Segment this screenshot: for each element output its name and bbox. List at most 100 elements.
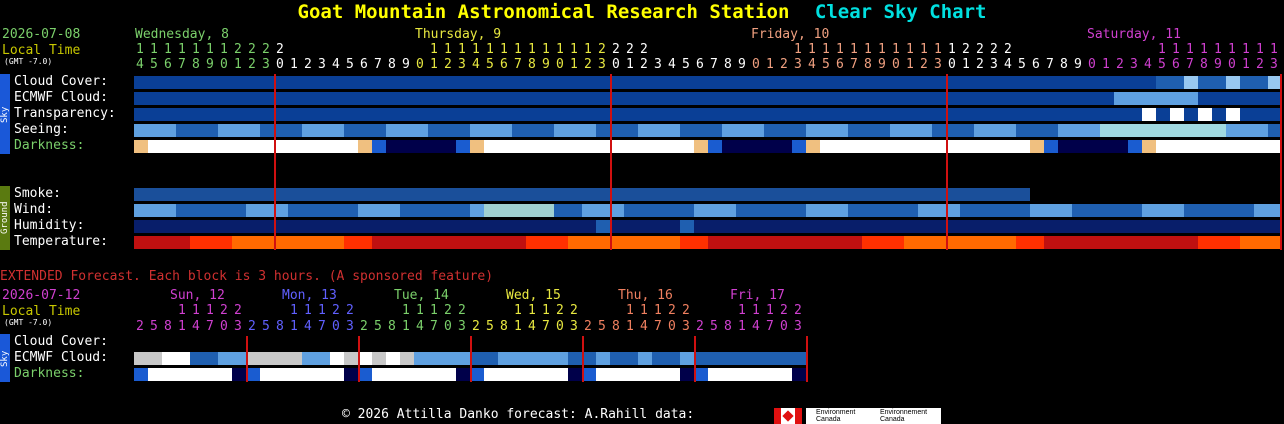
cloud-cover-block[interactable] <box>400 76 414 89</box>
smoke-block[interactable] <box>582 188 596 201</box>
seeing-block[interactable] <box>1044 124 1058 137</box>
humidity-block[interactable] <box>568 220 582 233</box>
darkness-block[interactable] <box>218 140 232 153</box>
wind-block[interactable] <box>666 204 680 217</box>
ecmwf-cloud-block[interactable] <box>134 92 148 105</box>
humidity-block[interactable] <box>1212 220 1226 233</box>
transparency-block[interactable] <box>722 108 736 121</box>
ext-ecmwf-cloud-block[interactable] <box>652 352 666 365</box>
transparency-block[interactable] <box>246 108 260 121</box>
seeing-block[interactable] <box>582 124 596 137</box>
wind-block[interactable] <box>988 204 1002 217</box>
ext-ecmwf-cloud-block[interactable] <box>540 352 554 365</box>
ext-ecmwf-cloud-block[interactable] <box>722 352 736 365</box>
transparency-block[interactable] <box>932 108 946 121</box>
seeing-block[interactable] <box>400 124 414 137</box>
ecmwf-cloud-block[interactable] <box>1100 92 1114 105</box>
temperature-block[interactable] <box>302 236 316 249</box>
darkness-block[interactable] <box>1072 140 1086 153</box>
darkness-block[interactable] <box>498 140 512 153</box>
ext-cloud-cover-block[interactable] <box>694 336 708 349</box>
ext-darkness-block[interactable] <box>792 368 806 381</box>
darkness-block[interactable] <box>442 140 456 153</box>
ecmwf-cloud-block[interactable] <box>820 92 834 105</box>
ext-darkness-block[interactable] <box>400 368 414 381</box>
temperature-block[interactable] <box>512 236 526 249</box>
cloud-cover-block[interactable] <box>596 76 610 89</box>
cloud-cover-block[interactable] <box>652 76 666 89</box>
cloud-cover-block[interactable] <box>820 76 834 89</box>
temperature-block[interactable] <box>848 236 862 249</box>
cloud-cover-block[interactable] <box>1142 76 1156 89</box>
cloud-cover-block[interactable] <box>722 76 736 89</box>
seeing-block[interactable] <box>610 124 624 137</box>
cloud-cover-block[interactable] <box>330 76 344 89</box>
smoke-block[interactable] <box>638 188 652 201</box>
humidity-block[interactable] <box>512 220 526 233</box>
ext-cloud-cover-block[interactable] <box>778 336 792 349</box>
smoke-block[interactable] <box>540 188 554 201</box>
smoke-block[interactable] <box>218 188 232 201</box>
ext-ecmwf-cloud-block[interactable] <box>148 352 162 365</box>
cloud-cover-block[interactable] <box>218 76 232 89</box>
smoke-block[interactable] <box>932 188 946 201</box>
wind-block[interactable] <box>1016 204 1030 217</box>
transparency-block[interactable] <box>540 108 554 121</box>
cloud-cover-block[interactable] <box>708 76 722 89</box>
wind-block[interactable] <box>904 204 918 217</box>
seeing-block[interactable] <box>876 124 890 137</box>
ext-cloud-cover-block[interactable] <box>512 336 526 349</box>
cloud-cover-block[interactable] <box>1226 76 1240 89</box>
seeing-block[interactable] <box>1184 124 1198 137</box>
ext-darkness-block[interactable] <box>666 368 680 381</box>
ext-ecmwf-cloud-block[interactable] <box>456 352 470 365</box>
temperature-block[interactable] <box>946 236 960 249</box>
smoke-block[interactable] <box>876 188 890 201</box>
seeing-block[interactable] <box>1142 124 1156 137</box>
cloud-cover-block[interactable] <box>1240 76 1254 89</box>
temperature-block[interactable] <box>736 236 750 249</box>
wind-block[interactable] <box>1142 204 1156 217</box>
humidity-block[interactable] <box>988 220 1002 233</box>
temperature-block[interactable] <box>428 236 442 249</box>
darkness-block[interactable] <box>358 140 372 153</box>
darkness-block[interactable] <box>708 140 722 153</box>
ext-ecmwf-cloud-block[interactable] <box>498 352 512 365</box>
ext-cloud-cover-block[interactable] <box>456 336 470 349</box>
ecmwf-cloud-block[interactable] <box>1184 92 1198 105</box>
transparency-block[interactable] <box>778 108 792 121</box>
smoke-block[interactable] <box>568 188 582 201</box>
seeing-block[interactable] <box>372 124 386 137</box>
cloud-cover-block[interactable] <box>148 76 162 89</box>
ecmwf-cloud-block[interactable] <box>610 92 624 105</box>
seeing-block[interactable] <box>1170 124 1184 137</box>
wind-block[interactable] <box>176 204 190 217</box>
ext-ecmwf-cloud-block[interactable] <box>624 352 638 365</box>
temperature-block[interactable] <box>960 236 974 249</box>
darkness-block[interactable] <box>834 140 848 153</box>
temperature-block[interactable] <box>1016 236 1030 249</box>
seeing-block[interactable] <box>288 124 302 137</box>
darkness-block[interactable] <box>974 140 988 153</box>
ext-ecmwf-cloud-block[interactable] <box>400 352 414 365</box>
ext-darkness-block[interactable] <box>484 368 498 381</box>
darkness-block[interactable] <box>1156 140 1170 153</box>
ext-darkness-block[interactable] <box>190 368 204 381</box>
darkness-block[interactable] <box>288 140 302 153</box>
ext-darkness-block[interactable] <box>736 368 750 381</box>
cloud-cover-block[interactable] <box>1254 76 1268 89</box>
transparency-block[interactable] <box>694 108 708 121</box>
transparency-block[interactable] <box>1030 108 1044 121</box>
cloud-cover-block[interactable] <box>540 76 554 89</box>
wind-block[interactable] <box>400 204 414 217</box>
temperature-block[interactable] <box>246 236 260 249</box>
wind-block[interactable] <box>554 204 568 217</box>
smoke-block[interactable] <box>988 188 1002 201</box>
ecmwf-cloud-block[interactable] <box>456 92 470 105</box>
wind-block[interactable] <box>204 204 218 217</box>
ext-cloud-cover-block[interactable] <box>232 336 246 349</box>
seeing-block[interactable] <box>1226 124 1240 137</box>
darkness-block[interactable] <box>904 140 918 153</box>
ext-darkness-block[interactable] <box>764 368 778 381</box>
ext-darkness-block[interactable] <box>694 368 708 381</box>
